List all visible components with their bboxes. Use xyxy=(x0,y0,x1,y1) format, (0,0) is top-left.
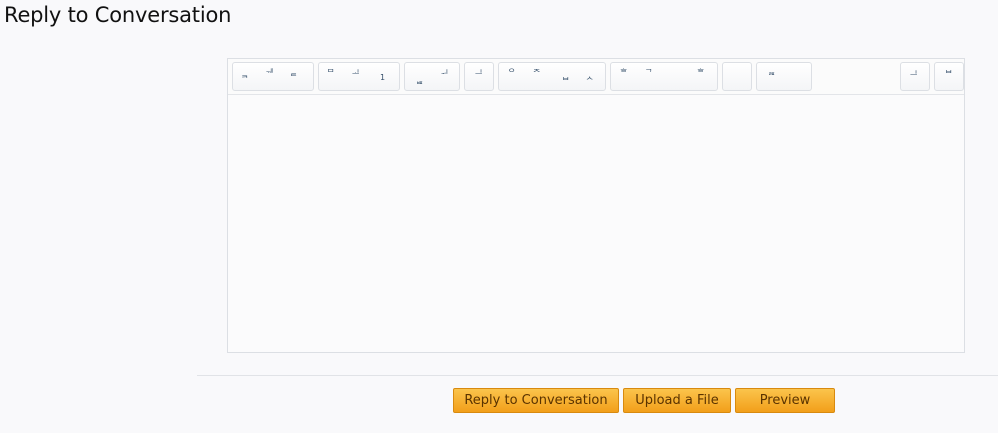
divider xyxy=(197,375,998,376)
toolbar-group-empty[interactable] xyxy=(722,62,752,91)
toolbar-group-link: ᇤ ᅱ xyxy=(404,62,460,91)
quote-icon[interactable]: ᅱ xyxy=(441,70,448,78)
undo-icon[interactable]: ᆜ xyxy=(910,71,917,79)
reply-button[interactable]: Reply to Conversation xyxy=(453,388,619,413)
upload-file-button[interactable]: Upload a File xyxy=(623,388,731,413)
numbered-list-icon[interactable]: 1 xyxy=(380,74,385,82)
unlink-icon[interactable]: ᆜ xyxy=(475,70,482,78)
toolbar-group-redo: ᄇ xyxy=(934,62,964,91)
toolbar-group-misc: ᆵ xyxy=(756,62,812,91)
media-icon[interactable]: ᄌ xyxy=(533,69,540,77)
indent-icon[interactable]: ᆚ xyxy=(352,70,359,78)
attachment-icon[interactable]: ᄉ xyxy=(586,77,593,85)
toolbar-group-code: ᄒ ᄀ ᄒ xyxy=(610,62,718,91)
editor-toolbar: ᆿ ᅰ ᇀ ᄆ ᆚ 1 ᇤ ᅱ ᆜ ᄋ ᄌ ᄇ ᄉ ᄒ ᄀ ᄒ ᆵ ᆜ ᄇ xyxy=(228,59,964,95)
remove-format-icon[interactable]: ᆵ xyxy=(768,68,775,76)
toolbar-group-format: ᆿ ᅰ ᇀ xyxy=(232,62,314,91)
message-editor: ᆿ ᅰ ᇀ ᄆ ᆚ 1 ᇤ ᅱ ᆜ ᄋ ᄌ ᄇ ᄉ ᄒ ᄀ ᄒ ᆵ ᆜ ᄇ xyxy=(227,58,965,353)
image-icon[interactable]: ᄋ xyxy=(508,69,515,77)
underline-icon[interactable]: ᇀ xyxy=(290,69,297,77)
message-textarea[interactable] xyxy=(228,95,964,352)
preview-button[interactable]: Preview xyxy=(735,388,835,413)
code-icon[interactable]: ᄒ xyxy=(620,69,627,77)
italic-icon[interactable]: ᅰ xyxy=(266,69,273,77)
toolbar-group-undo: ᆜ xyxy=(900,62,930,91)
smilie-icon[interactable]: ᄇ xyxy=(562,77,569,85)
php-code-icon[interactable]: ᄀ xyxy=(645,69,652,77)
bullet-list-icon[interactable]: ᄆ xyxy=(327,69,334,77)
page-title: Reply to Conversation xyxy=(4,3,232,27)
toolbar-group-unlink: ᆜ xyxy=(464,62,494,91)
link-icon[interactable]: ᇤ xyxy=(416,77,423,85)
redo-icon[interactable]: ᄇ xyxy=(945,70,952,78)
toolbar-group-list: ᄆ ᆚ 1 xyxy=(318,62,400,91)
html-code-icon[interactable]: ᄒ xyxy=(697,69,704,77)
toolbar-group-media: ᄋ ᄌ ᄇ ᄉ xyxy=(498,62,606,91)
bold-icon[interactable]: ᆿ xyxy=(241,71,248,79)
